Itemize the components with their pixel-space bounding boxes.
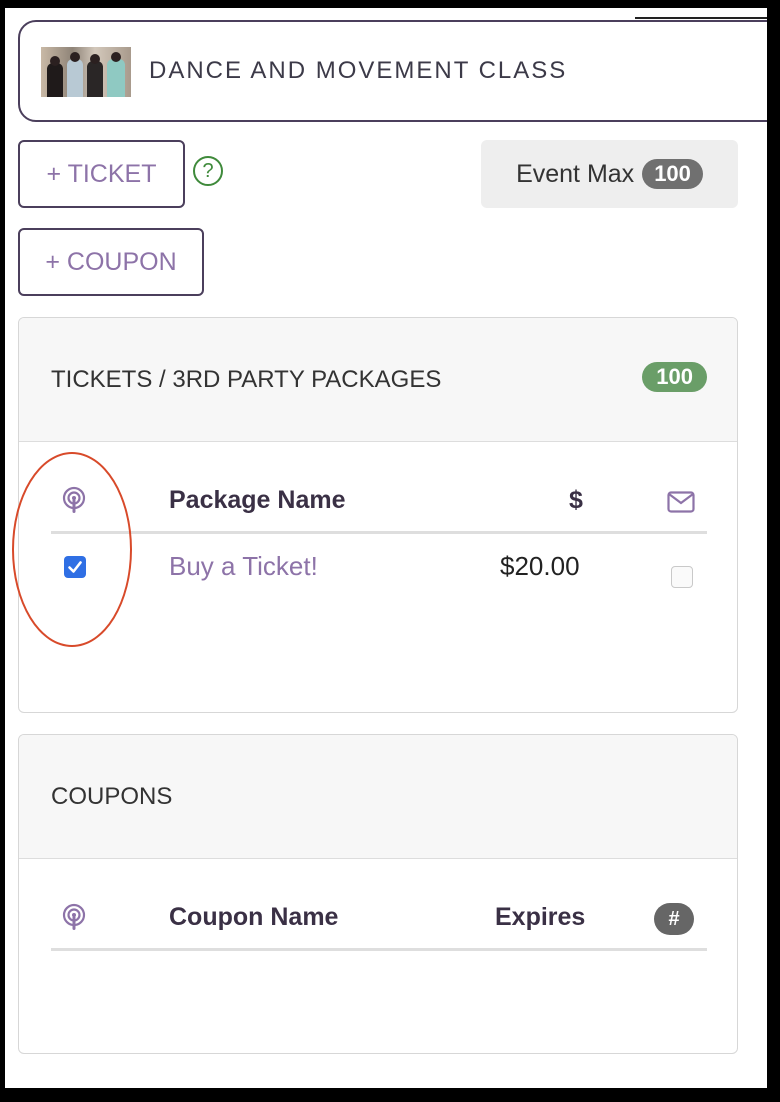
coupons-card: COUPONS Coupon Name Expires # [18,734,738,1054]
column-header-price[interactable]: $ [569,486,583,515]
window-edge-line [635,17,767,19]
tickets-card-header: TICKETS / 3RD PARTY PACKAGES 100 [19,318,737,442]
coupons-section-title: COUPONS [51,783,173,810]
email-checkbox[interactable] [671,566,693,588]
tickets-section-title: TICKETS / 3RD PARTY PACKAGES [51,366,442,393]
coupons-card-header: COUPONS [19,735,737,859]
column-header-coupon-name[interactable]: Coupon Name [169,903,338,932]
add-coupon-button[interactable]: + COUPON [18,228,204,296]
event-max-badge: 100 [642,159,703,189]
column-header-package-name[interactable]: Package Name [169,486,346,515]
event-editor-page: DANCE AND MOVEMENT CLASS + TICKET ? Even… [5,8,767,1088]
question-circle-icon[interactable]: ? [193,156,223,186]
column-header-count[interactable]: # [654,903,694,935]
event-header-card[interactable]: DANCE AND MOVEMENT CLASS [18,20,767,122]
tickets-table-header-rule [51,531,707,534]
tickets-count-badge: 100 [642,362,707,392]
event-thumbnail [41,47,131,97]
event-max-display[interactable]: Event Max 100 [481,140,738,208]
envelope-icon [667,491,695,513]
event-max-label: Event Max [516,159,635,188]
add-ticket-button[interactable]: + TICKET [18,140,185,208]
broadcast-icon [62,903,86,930]
column-header-expires[interactable]: Expires [495,903,585,932]
coupons-table-header-rule [51,948,707,951]
annotation-highlight-oval [12,452,132,647]
event-title: DANCE AND MOVEMENT CLASS [149,57,568,84]
package-price: $20.00 [500,551,580,581]
package-name-link[interactable]: Buy a Ticket! [169,551,318,582]
